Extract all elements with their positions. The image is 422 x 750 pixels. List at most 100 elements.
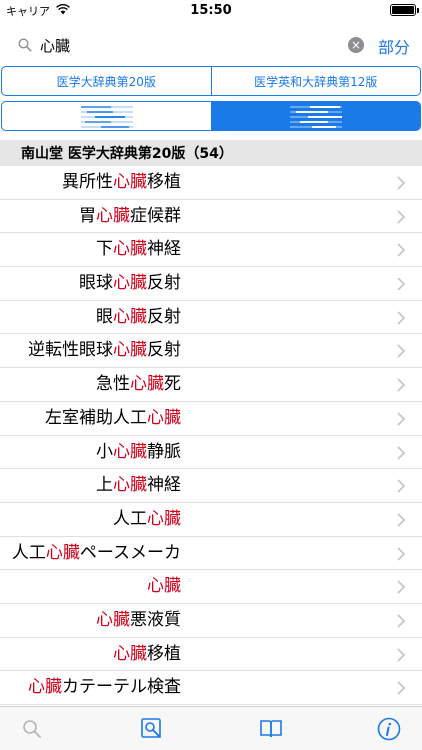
result-term: 下心臓神経 <box>96 233 181 266</box>
term-match: 心臓 <box>113 441 147 462</box>
chevron-right-icon <box>397 277 406 291</box>
battery-icon <box>390 4 419 16</box>
term-suffix: 悪液質 <box>130 609 181 630</box>
dictionary-tab-2[interactable]: 医学英和大辞典第12版 <box>210 67 421 95</box>
term-match: 心臓 <box>113 306 147 327</box>
result-term: 上心臓神経 <box>96 469 181 502</box>
search-input[interactable] <box>40 36 320 54</box>
prefix-match-icon <box>80 106 133 128</box>
term-suffix: 反射 <box>147 273 181 294</box>
term-suffix: 反射 <box>147 340 181 361</box>
result-row[interactable]: 心臓カテーテル検査 <box>0 671 422 705</box>
term-suffix: 移植 <box>147 172 181 192</box>
result-term: 人工心臓 <box>113 503 181 536</box>
term-prefix: 眼 <box>96 306 113 327</box>
term-match: 心臓 <box>147 508 181 529</box>
dictionary-selector: 医学大辞典第20版 医学英和大辞典第12版 <box>1 66 421 96</box>
result-row[interactable]: 眼球心臓反射 <box>0 267 422 301</box>
tab-image-search-icon[interactable] <box>140 717 164 741</box>
chevron-right-icon <box>397 513 406 527</box>
dictionary-tab-1[interactable]: 医学大辞典第20版 <box>2 67 211 95</box>
term-suffix: 移植 <box>147 643 181 664</box>
result-term: 小心臓静脈 <box>96 436 181 469</box>
term-match: 心臓 <box>113 475 147 496</box>
chevron-right-icon <box>397 311 406 325</box>
term-prefix: 小 <box>96 441 113 462</box>
result-row[interactable]: 上心臓神経 <box>0 469 422 503</box>
term-match: 心臓 <box>96 609 130 630</box>
cancel-button[interactable]: 部分 <box>378 34 410 58</box>
result-row[interactable]: 異所性心臓移植 <box>0 166 422 200</box>
result-term: 眼心臓反射 <box>96 301 181 334</box>
result-term: 胃心臓症候群 <box>79 200 181 233</box>
match-mode-partial[interactable] <box>211 102 420 130</box>
result-row[interactable]: 心臓移植 <box>0 638 422 672</box>
term-suffix: 神経 <box>147 239 181 260</box>
term-suffix: 反射 <box>147 306 181 327</box>
term-match: 心臓 <box>96 205 130 226</box>
result-term: 心臓カテーテル検査 <box>28 671 181 704</box>
chevron-right-icon <box>397 412 406 426</box>
result-term: 異所性心臓移植 <box>62 166 181 199</box>
term-prefix: 急性 <box>96 374 130 395</box>
result-term: 眼球心臓反射 <box>79 267 181 300</box>
result-term: 人工心臓ペースメーカ <box>12 537 181 570</box>
tab-info-icon[interactable] <box>377 717 401 741</box>
chevron-right-icon <box>397 176 406 190</box>
term-match: 心臓 <box>113 273 147 294</box>
result-row[interactable]: 眼心臓反射 <box>0 301 422 335</box>
term-prefix: 人工 <box>113 508 147 529</box>
term-match: 心臓 <box>130 374 164 395</box>
result-row[interactable]: 下心臓神経 <box>0 233 422 268</box>
term-suffix: 神経 <box>147 475 181 496</box>
chevron-right-icon <box>397 210 406 224</box>
result-row[interactable]: 逆転性眼球心臓反射 <box>0 334 422 369</box>
status-bar: キャリア 15:50 <box>0 0 422 22</box>
result-row[interactable]: 小心臓静脈 <box>0 436 422 470</box>
term-prefix: 下 <box>96 239 113 260</box>
search-icon <box>10 30 40 60</box>
chevron-right-icon <box>397 378 406 392</box>
term-suffix: 死 <box>164 374 181 395</box>
result-term: 逆転性眼球心臓反射 <box>28 334 181 367</box>
chevron-right-icon <box>397 344 406 359</box>
match-mode-selector <box>1 101 421 131</box>
result-row[interactable]: 心臓悪液質 <box>0 604 422 638</box>
term-prefix: 上 <box>96 475 113 496</box>
term-prefix: 異所性 <box>62 172 113 192</box>
result-term: 心臓悪液質 <box>96 604 181 637</box>
search-field[interactable]: × <box>10 30 368 60</box>
result-row[interactable]: 急性心臓死 <box>0 368 422 402</box>
term-match: 心臓 <box>113 643 147 664</box>
partial-match-icon <box>289 106 342 128</box>
result-term: 急性心臓死 <box>96 368 181 401</box>
term-match: 心臓 <box>113 340 147 361</box>
clear-icon[interactable]: × <box>348 37 364 53</box>
status-time: 15:50 <box>190 3 232 18</box>
result-term: 左室補助人工心臓 <box>45 402 181 435</box>
result-term: 心臓 <box>147 570 181 603</box>
chevron-right-icon <box>397 546 406 561</box>
chevron-right-icon <box>397 580 406 594</box>
tab-book-icon[interactable] <box>259 717 283 741</box>
term-prefix: 左室補助人工 <box>45 407 147 428</box>
term-prefix: 眼球 <box>79 273 113 294</box>
term-match: 心臓 <box>113 239 147 260</box>
result-term: 心臓移植 <box>113 638 181 671</box>
term-match: 心臓 <box>147 407 181 428</box>
result-row[interactable]: 胃心臓症候群 <box>0 200 422 234</box>
chevron-right-icon <box>397 647 406 662</box>
term-prefix: 逆転性眼球 <box>28 340 113 361</box>
term-suffix: カテーテル検査 <box>62 677 181 698</box>
result-row[interactable]: 心臓 <box>0 570 422 604</box>
result-row[interactable]: 左室補助人工心臓 <box>0 402 422 436</box>
chevron-right-icon <box>397 614 406 628</box>
tab-search-icon[interactable] <box>20 717 44 741</box>
chevron-right-icon <box>397 479 406 493</box>
match-mode-prefix[interactable] <box>2 102 211 130</box>
results-list: 異所性心臓移植 胃心臓症候群 下心臓神経 眼球心臓反射 眼心臓反射 逆転性眼球心臓反射 急性… <box>0 166 422 705</box>
result-row[interactable]: 人工心臓ペースメーカ <box>0 537 422 571</box>
term-match: 心臓 <box>45 542 80 563</box>
result-row[interactable]: 人工心臓 <box>0 503 422 537</box>
chevron-right-icon <box>397 445 406 460</box>
